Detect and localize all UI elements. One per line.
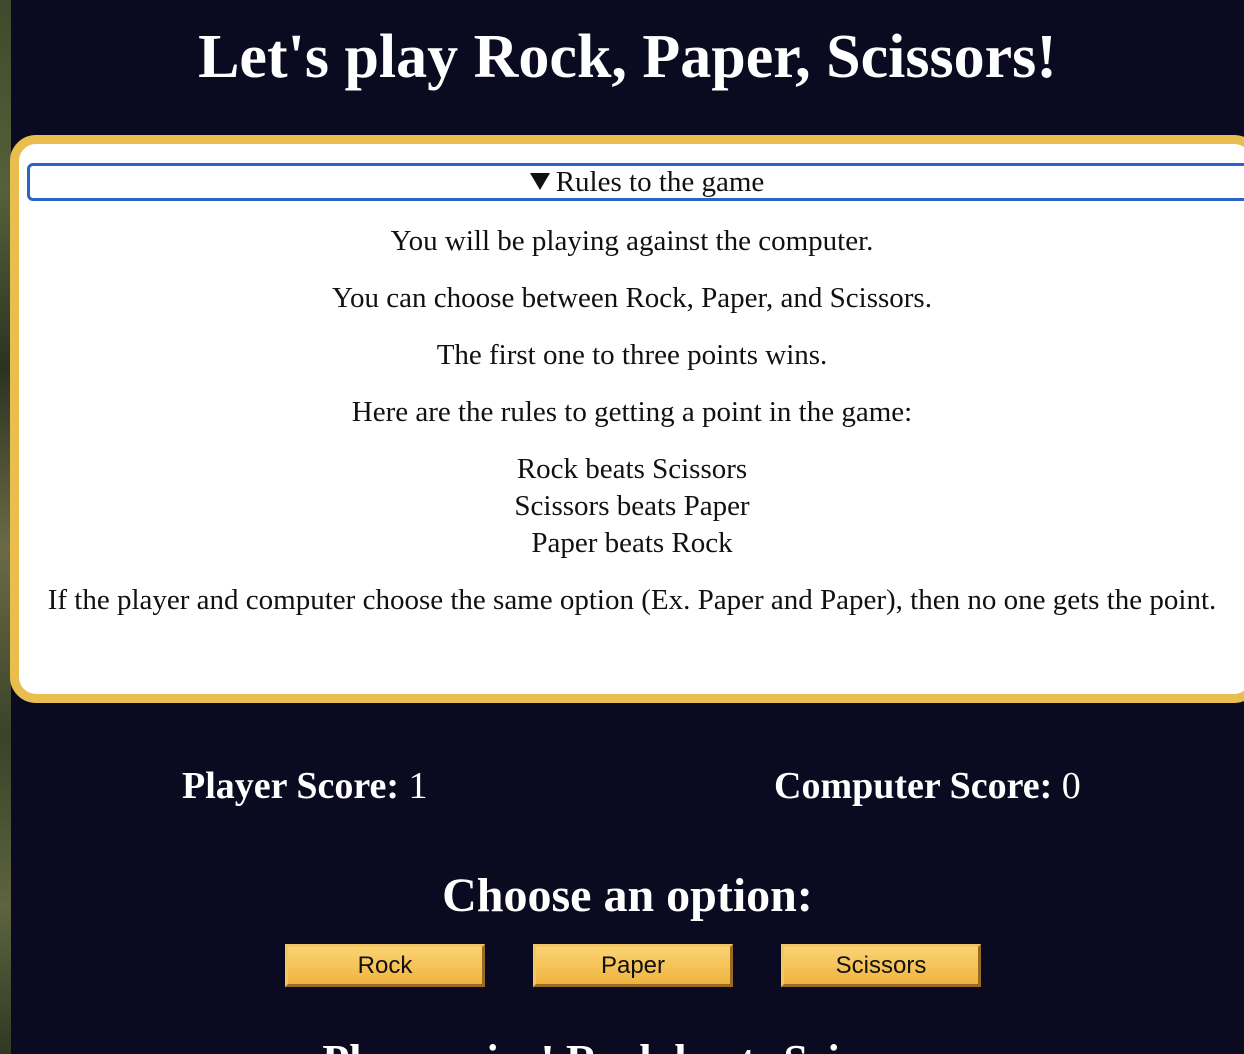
- player-score-label: Player Score:: [182, 765, 400, 807]
- rock-button[interactable]: Rock: [285, 944, 485, 987]
- rules-point-intro: Here are the rules to getting a point in…: [351, 396, 913, 428]
- rules-summary-label: Rules to the game: [555, 166, 765, 198]
- rule-rock-beats-scissors: Rock beats Scissors: [516, 453, 748, 485]
- rules-summary-toggle[interactable]: Rules to the game: [27, 163, 1244, 201]
- page-title: Let's play Rock, Paper, Scissors!: [198, 23, 1057, 91]
- rules-panel: Rules to the game You will be playing ag…: [10, 135, 1244, 703]
- rules-choices: You can choose between Rock, Paper, and …: [332, 282, 932, 314]
- rules-intro: You will be playing against the computer…: [390, 225, 874, 257]
- rules-beats-list: Rock beats Scissors Scissors beats Paper…: [19, 451, 1244, 562]
- computer-score: Computer Score: 0: [774, 764, 1081, 808]
- computer-score-label: Computer Score:: [774, 765, 1053, 807]
- player-score: Player Score: 1: [182, 764, 428, 808]
- choose-option-heading: Choose an option:: [442, 869, 813, 922]
- rule-paper-beats-rock: Paper beats Rock: [531, 527, 733, 559]
- computer-score-value: 0: [1061, 765, 1081, 807]
- player-score-value: 1: [408, 765, 428, 807]
- rules-win-condition: The first one to three points wins.: [436, 339, 828, 371]
- round-result-message: Player wins! Rock beats Scissors: [11, 1036, 1244, 1054]
- paper-button[interactable]: Paper: [533, 944, 733, 987]
- rule-scissors-beats-paper: Scissors beats Paper: [514, 490, 750, 522]
- disclosure-triangle-down-icon: [529, 173, 550, 190]
- rules-tie-rule: If the player and computer choose the sa…: [47, 584, 1217, 616]
- scissors-button[interactable]: Scissors: [781, 944, 981, 987]
